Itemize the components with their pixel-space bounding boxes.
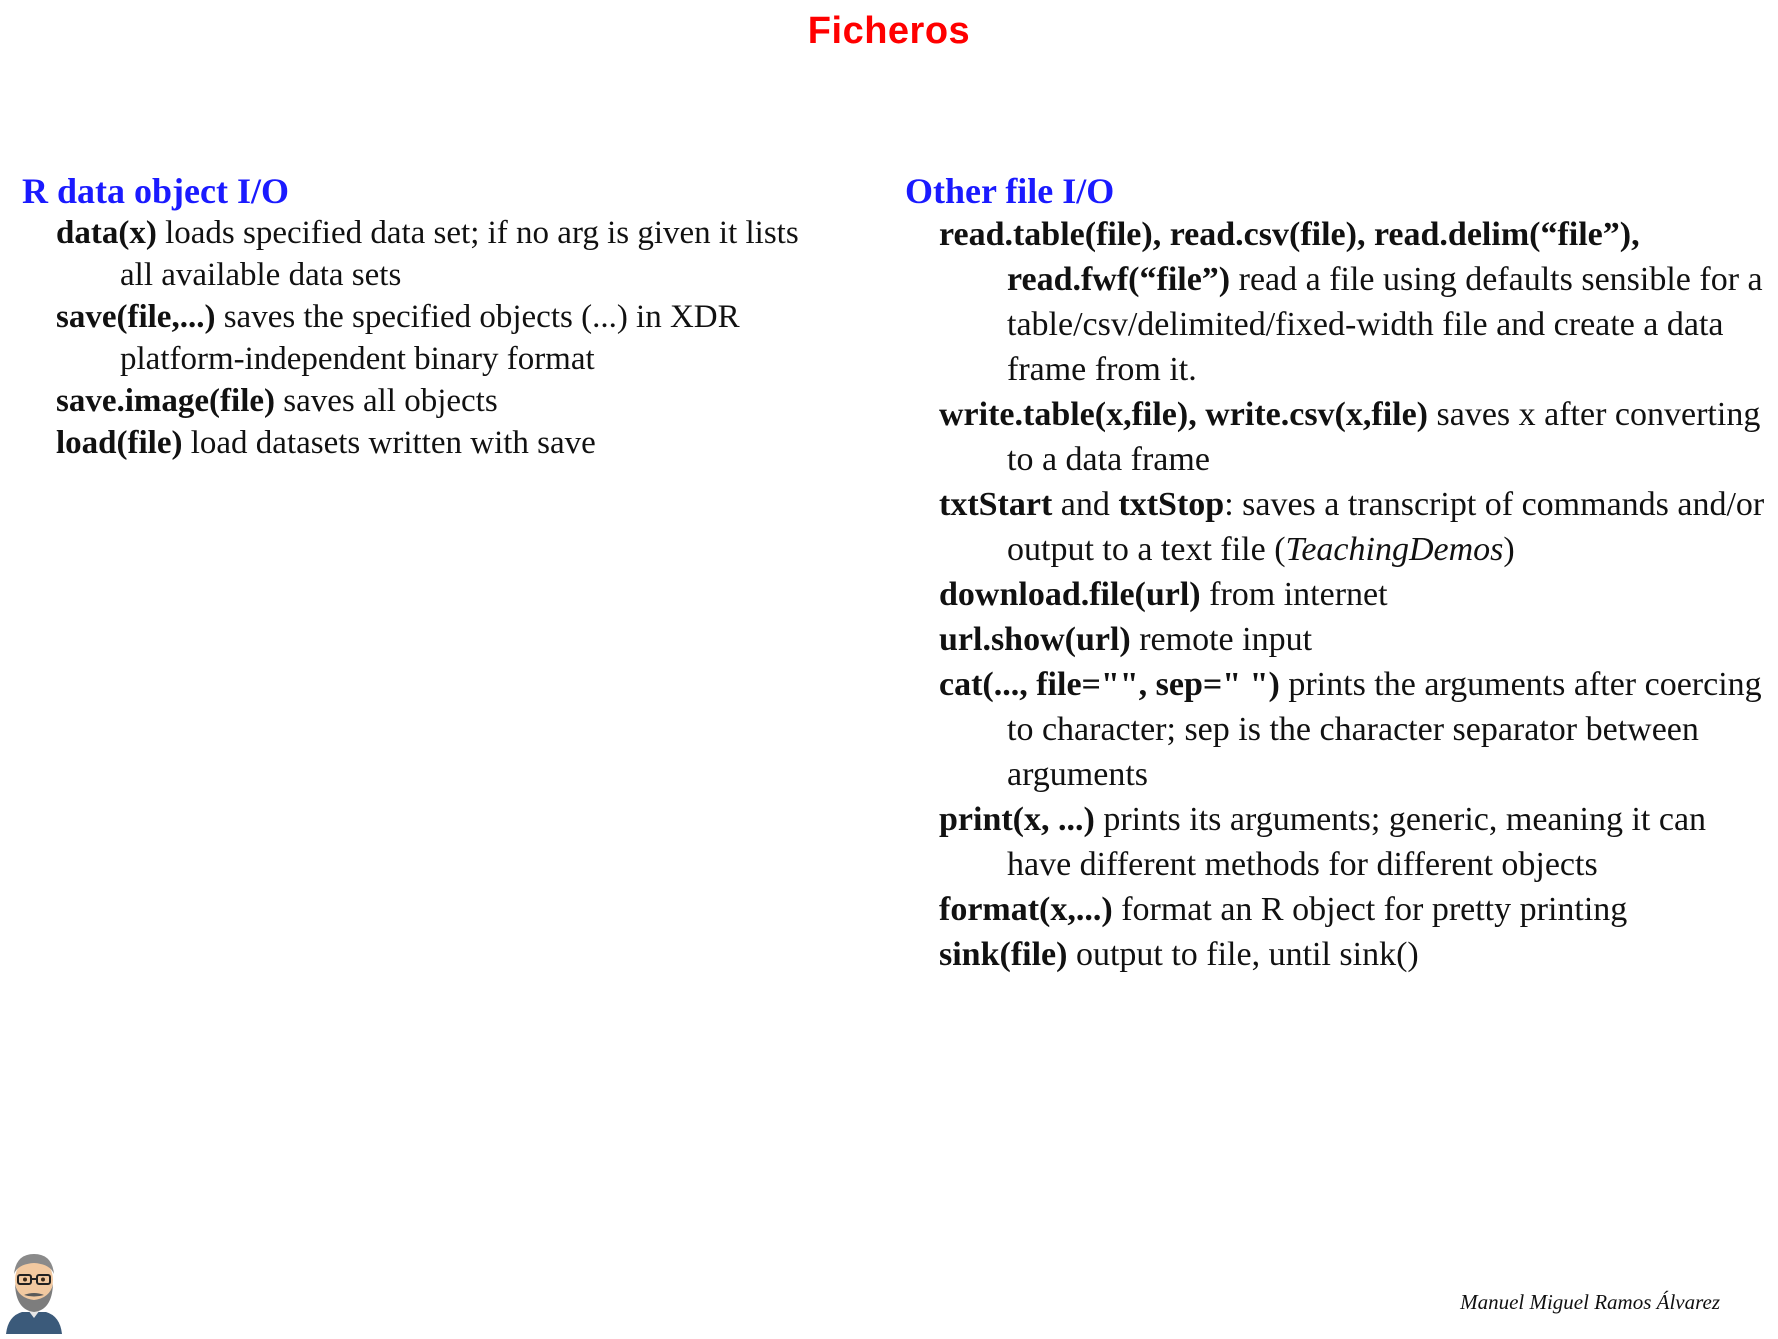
list-item: save.image(file) saves all objects [56, 380, 822, 422]
function-description: remote input [1130, 621, 1313, 658]
list-item: data(x) loads specified data set; if no … [56, 212, 822, 296]
function-name: load(file) [56, 425, 183, 461]
function-description: output to file, until sink() [1067, 936, 1419, 973]
list-item: sink(file) output to file, until sink() [939, 932, 1765, 977]
function-name: url.show(url) [939, 621, 1131, 658]
function-name: download.file(url) [939, 576, 1201, 613]
right-column: Other file I/O read.table(file), read.cs… [905, 170, 1765, 977]
function-name: sink(file) [939, 936, 1068, 973]
list-item: txtStart and txtStop: saves a transcript… [939, 482, 1765, 572]
function-description: from internet [1200, 576, 1388, 613]
bearded-man-avatar-icon [4, 1250, 64, 1334]
list-item: write.table(x,file), write.csv(x,file) s… [939, 392, 1765, 482]
list-item: print(x, ...) prints its arguments; gene… [939, 797, 1765, 887]
function-name: print(x, ...) [939, 801, 1095, 838]
function-name: txtStop [1118, 486, 1225, 523]
function-name: save(file,...) [56, 299, 216, 335]
list-item: load(file) load datasets written with sa… [56, 422, 822, 464]
list-item: download.file(url) from internet [939, 572, 1765, 617]
list-item: save(file,...) saves the specified objec… [56, 296, 822, 380]
right-heading: Other file I/O [905, 171, 1115, 211]
list-item: read.table(file), read.csv(file), read.d… [939, 212, 1765, 392]
function-description: load datasets written with save [182, 425, 596, 461]
list-item: format(x,...) format an R object for pre… [939, 887, 1765, 932]
function-description: format an R object for pretty printing [1112, 891, 1628, 928]
list-item: cat(..., file="", sep=" ") prints the ar… [939, 662, 1765, 797]
function-name: format(x,...) [939, 891, 1113, 928]
function-description-end: ) [1503, 531, 1515, 568]
function-description: saves all objects [275, 383, 498, 419]
function-name: cat(..., file="", sep=" ") [939, 666, 1280, 703]
left-column: R data object I/O data(x) loads specifie… [22, 170, 822, 464]
function-name: save.image(file) [56, 383, 275, 419]
function-name: data(x) [56, 215, 157, 251]
function-description: prints its arguments; generic, meaning i… [1007, 801, 1707, 883]
page-title: Ficheros [807, 10, 971, 52]
left-heading: R data object I/O [22, 171, 289, 211]
package-name: TeachingDemos [1285, 531, 1504, 568]
function-name: write.table(x,file), write.csv(x,file) [939, 396, 1428, 433]
connector-text: and [1052, 486, 1119, 523]
list-item: url.show(url) remote input [939, 617, 1765, 662]
function-name: txtStart [939, 486, 1053, 523]
author-signature: Manuel Miguel Ramos Álvarez [1460, 1290, 1720, 1314]
function-description: loads specified data set; if no arg is g… [120, 215, 799, 293]
